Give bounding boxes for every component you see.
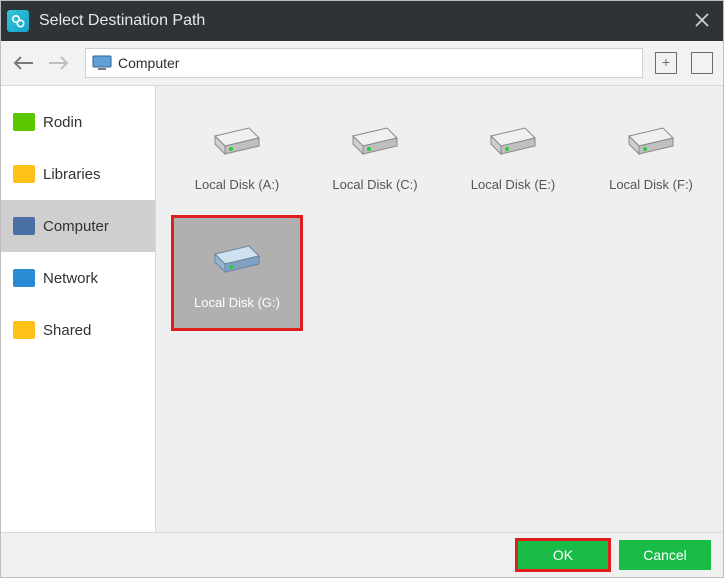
sidebar-item-label: Shared [43, 322, 91, 339]
sidebar-item-label: Rodin [43, 114, 82, 131]
new-folder-button[interactable] [655, 52, 677, 74]
drive-label: Local Disk (G:) [194, 295, 280, 310]
toolbar-buttons [643, 52, 713, 74]
drive-item-g[interactable]: Local Disk (G:) [172, 216, 302, 330]
ok-button[interactable]: OK [517, 540, 609, 570]
computer-icon [13, 217, 35, 235]
close-button[interactable] [689, 11, 715, 32]
drive-label: Local Disk (F:) [609, 177, 693, 192]
view-mode-button[interactable] [691, 52, 713, 74]
sidebar-item-rodin[interactable]: Rodin [1, 96, 155, 148]
disk-icon [621, 118, 681, 163]
shared-icon [13, 321, 35, 339]
footer: OK Cancel [1, 532, 723, 577]
sidebar-item-label: Network [43, 270, 98, 287]
sidebar-item-libraries[interactable]: Libraries [1, 148, 155, 200]
app-icon [7, 10, 29, 32]
sidebar: Rodin Libraries Computer Network Shared [1, 86, 156, 532]
address-bar[interactable]: Computer [85, 48, 643, 78]
drive-label: Local Disk (C:) [332, 177, 417, 192]
dialog-window: Select Destination Path Computer [0, 0, 724, 578]
user-icon [13, 113, 35, 131]
drive-grid: Local Disk (A:) Local Disk (C:) [156, 98, 723, 334]
cancel-button[interactable]: Cancel [619, 540, 711, 570]
sidebar-item-label: Libraries [43, 166, 101, 183]
drive-item-f[interactable]: Local Disk (F:) [586, 98, 716, 212]
nav-back-button[interactable] [5, 45, 41, 81]
dialog-body: Rodin Libraries Computer Network Shared [1, 86, 723, 532]
sidebar-item-network[interactable]: Network [1, 252, 155, 304]
toolbar: Computer [1, 41, 723, 86]
computer-icon [92, 55, 112, 71]
disk-icon [345, 118, 405, 163]
disk-icon [483, 118, 543, 163]
drive-item-c[interactable]: Local Disk (C:) [310, 98, 440, 212]
disk-icon [207, 118, 267, 163]
breadcrumb-text: Computer [118, 55, 179, 71]
network-icon [13, 269, 35, 287]
sidebar-item-computer[interactable]: Computer [1, 200, 155, 252]
sidebar-item-label: Computer [43, 218, 109, 235]
drive-item-a[interactable]: Local Disk (A:) [172, 98, 302, 212]
arrow-right-icon [47, 55, 71, 71]
drive-item-e[interactable]: Local Disk (E:) [448, 98, 578, 212]
drive-label: Local Disk (A:) [195, 177, 280, 192]
arrow-left-icon [11, 55, 35, 71]
content-pane: Local Disk (A:) Local Disk (C:) [156, 86, 723, 532]
libraries-icon [13, 165, 35, 183]
dialog-title: Select Destination Path [39, 12, 689, 30]
sidebar-item-shared[interactable]: Shared [1, 304, 155, 356]
nav-forward-button[interactable] [41, 45, 77, 81]
close-icon [695, 13, 709, 27]
disk-icon [207, 236, 267, 281]
drive-label: Local Disk (E:) [471, 177, 556, 192]
titlebar: Select Destination Path [1, 1, 723, 41]
